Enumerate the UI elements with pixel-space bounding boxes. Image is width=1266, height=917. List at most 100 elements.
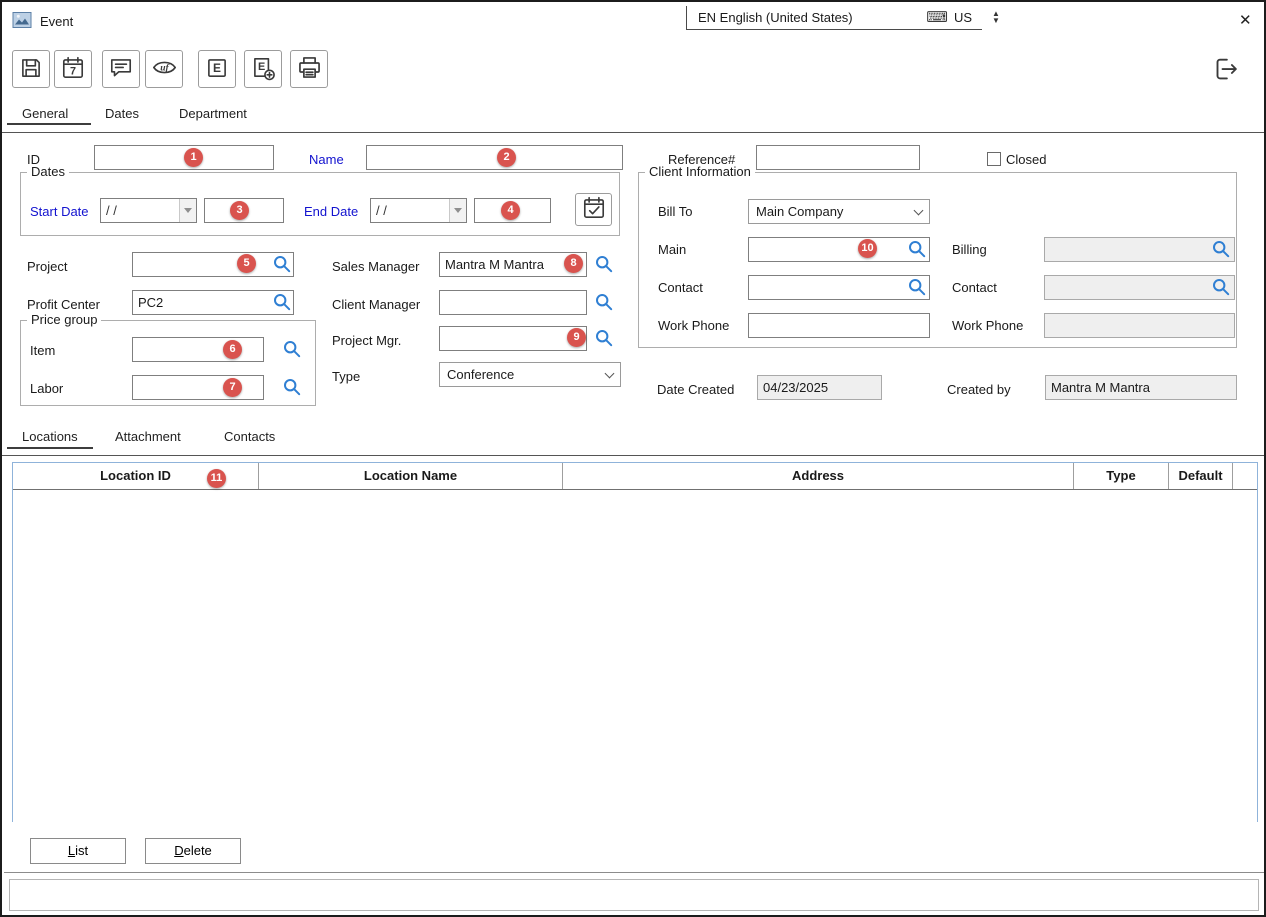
annotation-badge-7: 7 <box>223 378 242 397</box>
profit-center-input[interactable] <box>132 290 294 315</box>
project-mgr-input[interactable] <box>439 326 587 351</box>
print-icon <box>296 54 323 84</box>
work-phone-right-label: Work Phone <box>952 318 1023 333</box>
bill-to-value: Main Company <box>756 204 843 219</box>
locations-table-body[interactable] <box>13 490 1257 823</box>
uf-eye-button[interactable]: uf <box>145 50 183 88</box>
contact-right-search-icon[interactable] <box>1211 277 1231 297</box>
locations-table-header: Location ID Location Name Address Type D… <box>13 463 1257 490</box>
annotation-badge-8: 8 <box>564 254 583 273</box>
contact-left-search-icon[interactable] <box>907 277 927 297</box>
start-date-combo[interactable]: / / <box>100 198 197 223</box>
e-add-icon: E <box>250 55 276 84</box>
keyboard-icon: ⌨ <box>926 10 948 25</box>
contact-left-input[interactable] <box>748 275 930 300</box>
list-button[interactable]: List <box>30 838 126 864</box>
annotation-badge-6: 6 <box>223 340 242 359</box>
date-created-label: Date Created <box>657 382 734 397</box>
column-header-filler <box>1233 463 1257 489</box>
chevron-down-icon <box>914 205 924 215</box>
delete-button[interactable]: Delete <box>145 838 241 864</box>
tabs-divider <box>2 132 1266 133</box>
item-label: Item <box>30 343 55 358</box>
client-manager-label: Client Manager <box>332 297 420 312</box>
keyboard-layout-label: US <box>954 10 972 25</box>
svg-text:E: E <box>213 61 221 75</box>
end-date-value: / / <box>371 199 449 222</box>
annotation-badge-10: 10 <box>858 239 877 258</box>
print-button[interactable] <box>290 50 328 88</box>
tab-contacts[interactable]: Contacts <box>224 429 275 444</box>
profit-center-label: Profit Center <box>27 297 100 312</box>
tab-attachment[interactable]: Attachment <box>115 429 181 444</box>
delete-button-label: Delete <box>146 839 240 863</box>
client-manager-search-icon[interactable] <box>594 292 614 312</box>
main-label: Main <box>658 242 686 257</box>
bill-to-select[interactable]: Main Company <box>748 199 930 224</box>
date-created-value: 04/23/2025 <box>757 375 882 400</box>
language-spinner-icon[interactable]: ▲▼ <box>992 10 1000 26</box>
tab-general[interactable]: General <box>22 106 68 121</box>
project-mgr-search-icon[interactable] <box>594 328 614 348</box>
price-group-title: Price group <box>27 312 101 327</box>
client-manager-input[interactable] <box>439 290 587 315</box>
dropdown-arrow-icon[interactable] <box>179 199 196 222</box>
project-input[interactable] <box>132 252 294 277</box>
calendar-7-button[interactable]: 7 <box>54 50 92 88</box>
work-phone-left-input[interactable] <box>748 313 930 338</box>
tab-locations[interactable]: Locations <box>22 429 78 444</box>
end-date-combo[interactable]: / / <box>370 198 467 223</box>
svg-text:E: E <box>258 61 265 73</box>
status-bar <box>9 879 1259 911</box>
sales-manager-search-icon[interactable] <box>594 254 614 274</box>
chevron-down-icon <box>605 368 615 378</box>
bill-to-label: Bill To <box>658 204 692 219</box>
main-search-icon[interactable] <box>907 239 927 259</box>
tab-department[interactable]: Department <box>179 106 247 121</box>
event-window: Event EN English (United States) ⌨ US ▲▼… <box>0 0 1266 917</box>
dates-group-title: Dates <box>27 164 69 179</box>
exit-button[interactable] <box>1206 52 1244 88</box>
column-header-location-name[interactable]: Location Name <box>259 463 563 489</box>
e-window-button[interactable]: E <box>198 50 236 88</box>
reference-input[interactable] <box>756 145 920 170</box>
dropdown-arrow-icon[interactable] <box>449 199 466 222</box>
project-label: Project <box>27 259 67 274</box>
work-phone-left-label: Work Phone <box>658 318 729 333</box>
lower-tabs-divider <box>2 455 1266 456</box>
e-add-button[interactable]: E <box>244 50 282 88</box>
comment-button[interactable] <box>102 50 140 88</box>
status-divider <box>4 872 1264 873</box>
language-bar[interactable]: EN English (United States) ⌨ US <box>686 6 982 30</box>
name-label: Name <box>309 152 344 167</box>
save-button[interactable] <box>12 50 50 88</box>
client-information-group-title: Client Information <box>645 164 755 179</box>
active-tab-underline <box>7 123 91 125</box>
column-header-default[interactable]: Default <box>1169 463 1233 489</box>
sales-manager-label: Sales Manager <box>332 259 419 274</box>
main-input[interactable] <box>748 237 930 262</box>
contact-right-input[interactable] <box>1044 275 1235 300</box>
labor-input[interactable] <box>132 375 264 400</box>
billing-search-icon[interactable] <box>1211 239 1231 259</box>
billing-input[interactable] <box>1044 237 1235 262</box>
work-phone-right-input[interactable] <box>1044 313 1235 338</box>
column-header-address[interactable]: Address <box>563 463 1074 489</box>
locations-table[interactable]: Location ID Location Name Address Type D… <box>12 462 1258 822</box>
profit-center-search-icon[interactable] <box>272 292 292 312</box>
type-select[interactable]: Conference <box>439 362 621 387</box>
name-input[interactable] <box>366 145 623 170</box>
calendar-7-icon: 7 <box>60 55 86 84</box>
closed-checkbox[interactable] <box>987 152 1001 166</box>
project-search-icon[interactable] <box>272 254 292 274</box>
item-search-icon[interactable] <box>282 339 302 359</box>
column-header-type[interactable]: Type <box>1074 463 1169 489</box>
comment-icon <box>108 55 134 84</box>
labor-search-icon[interactable] <box>282 377 302 397</box>
annotation-badge-1: 1 <box>184 148 203 167</box>
item-input[interactable] <box>132 337 264 362</box>
tab-dates[interactable]: Dates <box>105 106 139 121</box>
calendar-check-button[interactable] <box>575 193 612 226</box>
start-date-value: / / <box>101 199 179 222</box>
close-icon[interactable]: ✕ <box>1239 11 1252 29</box>
